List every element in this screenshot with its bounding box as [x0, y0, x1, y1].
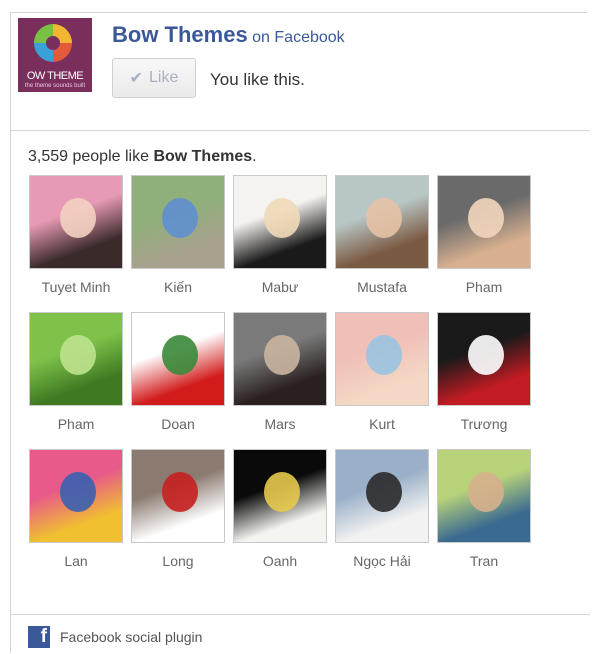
fan-name[interactable]: Tuyet Minh [28, 279, 124, 295]
fan-item[interactable]: Mars [232, 312, 328, 440]
fan-item[interactable]: Oanh [232, 449, 328, 577]
fan-avatar-figure [366, 198, 402, 238]
page-title: Bow Themes on Facebook [112, 22, 345, 48]
like-status: You like this. [210, 70, 305, 89]
fan-item[interactable]: Mustafa [334, 175, 430, 303]
fan-item[interactable]: Ngọc Hải [334, 449, 430, 577]
fan-avatar-figure [366, 335, 402, 375]
logo-text: OW THEME [26, 70, 84, 82]
fan-name[interactable]: Pham [436, 279, 532, 295]
fan-avatar[interactable] [335, 312, 429, 406]
fan-avatar[interactable] [233, 312, 327, 406]
like-count: 3,559 people like Bow Themes. [28, 148, 257, 166]
page-name-link[interactable]: Bow Themes [112, 22, 248, 47]
fan-avatar[interactable] [29, 449, 123, 543]
fan-name[interactable]: Mars [232, 416, 328, 432]
fan-name[interactable]: Trương [436, 416, 532, 432]
fan-item[interactable]: Pham [436, 175, 532, 303]
fan-avatar[interactable] [29, 175, 123, 269]
logo-mark-icon [34, 24, 72, 62]
fan-item[interactable]: Pham [28, 312, 124, 440]
fan-name[interactable]: Mustafa [334, 279, 430, 295]
fan-avatar-figure [264, 472, 300, 512]
logo-subtext: the theme sounds built [24, 83, 86, 89]
fan-avatar[interactable] [437, 312, 531, 406]
fan-name[interactable]: Lan [28, 553, 124, 569]
like-button[interactable]: ✔ Like [112, 58, 196, 98]
fan-avatar[interactable] [29, 312, 123, 406]
fan-name[interactable]: Ngọc Hải [334, 553, 430, 569]
fan-avatar[interactable] [335, 175, 429, 269]
fan-name[interactable]: Kiến [130, 279, 226, 295]
fan-avatar-figure [264, 198, 300, 238]
on-facebook-text: on Facebook [252, 29, 345, 46]
fan-name[interactable]: Kurt [334, 416, 430, 432]
footer-divider [10, 614, 590, 615]
like-count-text: 3,559 people like [28, 148, 154, 165]
fan-avatar-figure [468, 472, 504, 512]
plugin-footer: f Facebook social plugin [28, 626, 202, 648]
fan-name[interactable]: Oanh [232, 553, 328, 569]
like-button-label: Like [149, 69, 179, 86]
header-divider [10, 130, 590, 131]
fan-item[interactable]: Long [130, 449, 226, 577]
fan-item[interactable]: Mabư [232, 175, 328, 303]
fan-avatar[interactable] [233, 175, 327, 269]
fan-item[interactable]: Kiến [130, 175, 226, 303]
fan-avatar[interactable] [131, 312, 225, 406]
fan-avatar-figure [162, 472, 198, 512]
fan-name[interactable]: Long [130, 553, 226, 569]
like-count-suffix: . [252, 148, 257, 165]
fan-avatar[interactable] [233, 449, 327, 543]
fan-item[interactable]: Lan [28, 449, 124, 577]
fan-avatar-figure [264, 335, 300, 375]
fan-avatar-figure [60, 335, 96, 375]
fan-name[interactable]: Pham [28, 416, 124, 432]
fan-avatar[interactable] [335, 449, 429, 543]
fan-avatar-figure [468, 198, 504, 238]
fan-avatar[interactable] [437, 175, 531, 269]
fan-item[interactable]: Trương [436, 312, 532, 440]
fan-avatar[interactable] [131, 449, 225, 543]
page-logo[interactable]: OW THEME the theme sounds built [18, 18, 92, 92]
facebook-icon[interactable]: f [28, 626, 50, 648]
fan-name[interactable]: Tran [436, 553, 532, 569]
fan-avatar-figure [468, 335, 504, 375]
fan-avatar-figure [162, 198, 198, 238]
checkmark-icon: ✔ [129, 70, 144, 87]
like-count-page-name: Bow Themes [153, 148, 253, 165]
fan-name[interactable]: Mabư [232, 279, 328, 295]
footer-label[interactable]: Facebook social plugin [60, 629, 202, 645]
fan-item[interactable]: Tuyet Minh [28, 175, 124, 303]
fan-avatar[interactable] [437, 449, 531, 543]
fan-avatar-figure [162, 335, 198, 375]
fan-avatar-figure [60, 472, 96, 512]
fan-avatar-figure [60, 198, 96, 238]
fan-item[interactable]: Tran [436, 449, 532, 577]
fan-avatar-figure [366, 472, 402, 512]
fan-name[interactable]: Doan [130, 416, 226, 432]
fan-avatar[interactable] [131, 175, 225, 269]
fan-item[interactable]: Kurt [334, 312, 430, 440]
fan-item[interactable]: Doan [130, 312, 226, 440]
